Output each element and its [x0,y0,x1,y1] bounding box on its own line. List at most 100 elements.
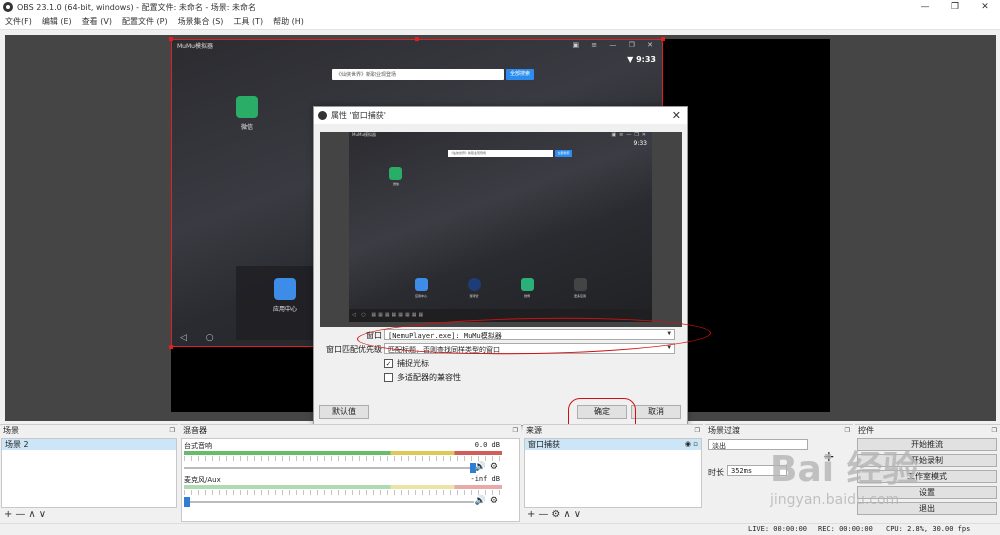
baidu-watermark: Bai 经验 jingyan.baidu.com [770,449,919,508]
menu-tools[interactable]: 工具 (T) [228,16,268,27]
mini-wechat-icon [389,167,402,180]
dock-float-icon[interactable]: ❐ [992,425,997,436]
obs-logo-icon [3,2,13,12]
move-down-icon[interactable]: ∨ [39,509,49,520]
slider-knob[interactable] [184,497,190,507]
mini-app-center-icon [415,278,428,291]
meter-ticks [184,456,502,461]
title-bar: OBS 23.1.0 (64-bit, windows) - 配置文件: 未命名… [0,0,1000,14]
emulator-search: 《仙侠世界》新职业现登场 [332,69,504,80]
mixer-channel-desktop: 台式音响 0.0 dB 🔊⚙ [184,441,504,473]
menu-help[interactable]: 帮助 (H) [268,16,309,27]
mini-dock-label: 微博 [523,294,530,298]
add-icon[interactable]: + [4,509,15,520]
multi-adapter-checkbox[interactable]: 多适配器的兼容性 [384,372,461,383]
speaker-icon[interactable]: 🔊 [475,462,490,472]
minimize-icon[interactable]: — [910,0,940,14]
meter-ticks [184,490,502,495]
emulator-nav-icons: ◁ ○ [180,333,222,343]
sources-dock: 来源 ❐ 窗口捕获 ◉ ▫ +—⚙∧∨ [523,424,703,522]
mini-wechat-label: 微信 [392,182,399,186]
remove-icon[interactable]: — [15,509,28,520]
sources-toolbar: +—⚙∧∨ [527,509,584,520]
close-icon[interactable]: ✕ [672,109,681,122]
defaults-button[interactable]: 默认值 [319,405,369,419]
gear-icon[interactable]: ⚙ [490,462,502,472]
mixer-channel-mic: 麦克风/Aux -inf dB 🔊⚙ [184,475,504,507]
resize-handle[interactable] [169,37,173,41]
dialog-preview: MuMu模拟器 ▣≡—❐✕ 9:33 《仙侠世界》新职业现登场 全部搜索 微信 … [320,132,682,327]
app-center-icon [274,278,296,300]
move-down-icon[interactable]: ∨ [574,509,584,520]
resize-handle[interactable] [169,345,173,349]
maximize-icon[interactable]: ❐ [940,0,970,14]
scenes-title: 场景 ❐ [3,425,175,436]
dock-float-icon[interactable]: ❐ [695,425,700,436]
mini-game-icon [468,278,481,291]
wifi-icon: ▼ [627,55,637,64]
mixer-title: 混音器 ❐ [183,425,518,436]
menu-profile[interactable]: 配置文件 (P) [117,16,173,27]
volume-slider[interactable]: 🔊⚙ [184,462,504,473]
emulator-search-button: 全部搜索 [506,69,534,80]
dialog-title-bar: 属性 '窗口捕获' [314,107,687,124]
menu-view[interactable]: 查看 (V) [77,16,117,27]
emulator-window-icons: ▣ ≡ — ❐ ✕ [572,41,658,49]
volume-slider[interactable]: 🔊⚙ [184,496,504,507]
mixer-dock: 混音器 ❐ 台式音响 0.0 dB 🔊⚙ 麦克风/Aux -inf dB 🔊⚙ [180,424,521,522]
move-up-icon[interactable]: ∧ [28,509,38,520]
menu-edit[interactable]: 编辑 (E) [37,16,77,27]
mini-dock-label: 更多应用 [573,294,586,298]
capture-cursor-checkbox[interactable]: ✓ 捕捉光标 [384,358,429,369]
sources-title: 来源 ❐ [526,425,700,436]
controls-title: 控件 ❐ [858,425,997,436]
dock-float-icon[interactable]: ❐ [513,425,518,436]
status-bar: LIVE: 00:00:00 REC: 00:00:00 CPU: 2.8%, … [0,523,1000,535]
remove-icon[interactable]: — [538,509,551,520]
checkbox-icon [384,373,393,382]
wechat-app-icon [236,96,258,118]
mini-weibo-icon [521,278,534,291]
scenes-dock: 场景 ❐ 场景 2 +—∧∨ [0,424,178,522]
dock-float-icon[interactable]: ❐ [170,425,175,436]
scenes-toolbar: +—∧∨ [4,509,49,520]
cpu-status: CPU: 2.8%, 30.00 fps [886,525,971,533]
mini-search: 《仙侠世界》新职业现登场 [448,150,553,157]
list-item[interactable]: 场景 2 [2,439,176,450]
menu-scene-collection[interactable]: 场景集合 (S) [173,16,229,27]
app-center-label: 应用中心 [272,306,297,313]
list-item[interactable]: 窗口捕获 ◉ ▫ [525,439,701,450]
close-icon[interactable]: ✕ [970,0,1000,14]
menu-bar: 文件(F) 编辑 (E) 查看 (V) 配置文件 (P) 场景集合 (S) 工具… [0,14,1000,30]
resize-handle[interactable] [661,37,665,41]
cancel-button[interactable]: 取消 [631,405,681,419]
properties-dialog: 属性 '窗口捕获' ✕ MuMu模拟器 ▣≡—❐✕ 9:33 《仙侠世界》新职业… [313,106,688,426]
move-up-icon[interactable]: ∧ [563,509,573,520]
mixer-body: 台式音响 0.0 dB 🔊⚙ 麦克风/Aux -inf dB 🔊⚙ [181,438,520,522]
mini-clock: 9:33 [633,140,647,147]
transitions-title: 场景过渡 ❐ [708,425,850,436]
add-icon[interactable]: + [527,509,538,520]
menu-file[interactable]: 文件(F) [0,16,37,27]
speaker-icon[interactable]: 🔊 [475,496,490,506]
mini-dock-label: 游戏管 [469,294,479,298]
obs-logo-icon [318,111,327,120]
eye-icon[interactable]: ◉ [685,440,691,448]
mini-more-apps-icon [574,278,587,291]
gear-icon[interactable]: ⚙ [490,496,502,506]
wechat-label: 微信 [240,124,253,131]
mini-dock-label: 应用中心 [414,294,427,298]
live-status: LIVE: 00:00:00 [748,525,808,533]
rec-status: REC: 00:00:00 [818,525,873,533]
gear-icon[interactable]: ⚙ [551,509,563,520]
window-controls: — ❐ ✕ [910,0,1000,14]
scenes-list[interactable]: 场景 2 [1,438,177,508]
emulator-dock: 应用中心 [236,266,316,340]
lock-icon[interactable]: ▫ [693,440,698,448]
resize-handle[interactable] [415,37,419,41]
dock-float-icon[interactable]: ❐ [845,425,850,436]
checkbox-checked-icon: ✓ [384,359,393,368]
mini-emulator-title: MuMu模拟器 [352,132,376,137]
mini-search-button: 全部搜索 [555,150,572,157]
sources-list[interactable]: 窗口捕获 ◉ ▫ [524,438,702,508]
